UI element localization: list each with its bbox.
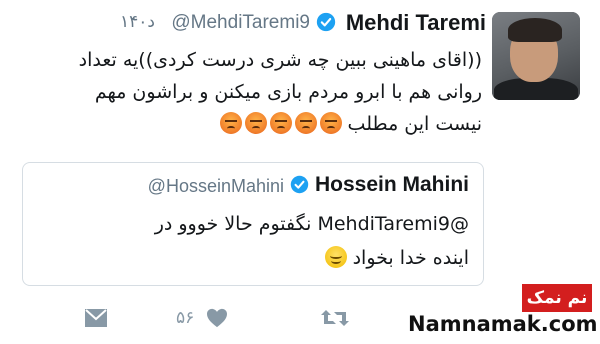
quoted-tweet-text: @MehdiTaremi9 نگفتوم حالا خووو در اینده … <box>39 207 469 275</box>
tweet-text-line-last: نیست این مطلب <box>22 108 482 140</box>
quoted-text-line-last: اینده خدا بخواد <box>39 241 469 275</box>
angry-face-emoji-icon <box>319 112 342 134</box>
retweet-icon <box>321 310 349 326</box>
quoted-text-fragment: اینده خدا بخواد <box>352 247 469 269</box>
quoted-author-display-name[interactable]: Hossein Mahini <box>315 173 469 197</box>
tweet-text-fragment: نیست این مطلب <box>347 113 482 135</box>
angry-face-emoji-icon <box>219 112 242 134</box>
retweet-button[interactable] <box>320 306 350 330</box>
tweet-text-line: روانی هم با ابرو مردم بازی میکنن و براشو… <box>94 81 482 103</box>
tweet-timestamp[interactable]: ۱۴۰د <box>120 12 155 32</box>
tweet-header: Mehdi Taremi @MehdiTaremi9 ۱۴۰د <box>120 10 486 36</box>
direct-message-button[interactable] <box>84 306 108 330</box>
watermark-site: Namnamak.com <box>408 312 598 336</box>
angry-face-emoji-icon <box>244 112 267 134</box>
watermark-badge: نم نمک <box>522 284 592 312</box>
quoted-text-line: @MehdiTaremi9 نگفتوم حالا خووو در <box>154 213 469 235</box>
avatar[interactable] <box>492 12 580 100</box>
tweet-text-line: ((اقای ماهینی ببین چه شری درست کردی))یه … <box>78 49 482 71</box>
like-heart-icon <box>207 308 227 328</box>
direct-message-icon <box>85 309 107 327</box>
smiling-face-emoji-icon <box>324 246 347 268</box>
quoted-author-handle[interactable]: @HosseinMahini <box>148 176 284 197</box>
author-handle[interactable]: @MehdiTaremi9 <box>171 12 310 34</box>
author-display-name[interactable]: Mehdi Taremi <box>346 10 486 36</box>
verified-badge-icon <box>290 175 309 194</box>
angry-face-emoji-icon <box>294 112 317 134</box>
like-button[interactable] <box>206 306 228 330</box>
angry-face-emoji-icon <box>269 112 292 134</box>
tweet-action-bar: ۵۶ <box>0 296 420 336</box>
tweet-text: ((اقای ماهینی ببین چه شری درست کردی))یه … <box>22 44 482 140</box>
verified-badge-icon <box>316 12 336 32</box>
quoted-tweet-card[interactable]: Hossein Mahini @HosseinMahini @MehdiTare… <box>22 162 484 286</box>
tweet-card: Mehdi Taremi @MehdiTaremi9 ۱۴۰د ((اقای م… <box>0 0 600 344</box>
like-count: ۵۶ <box>176 308 195 328</box>
